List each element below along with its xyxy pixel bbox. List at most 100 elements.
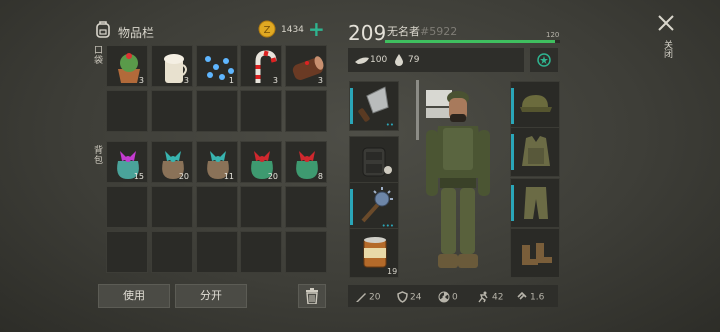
backpack-slot[interactable] <box>349 136 399 186</box>
food-slot-count: 19 <box>387 267 398 276</box>
inventory-slot[interactable] <box>285 231 327 273</box>
radiation-icon <box>438 291 450 303</box>
item-count: 3 <box>272 76 278 85</box>
defense-stat: 24 <box>397 291 421 303</box>
inventory-slot[interactable]: 20 <box>151 141 193 183</box>
slot-dots: •• <box>385 121 394 129</box>
inventory-slot[interactable] <box>151 90 193 132</box>
inventory-slot[interactable]: 3 <box>106 45 148 87</box>
item-count: 8 <box>317 172 323 181</box>
slot-durability-bar <box>350 189 353 225</box>
player-name-row: 无名者#5922 <box>387 23 457 39</box>
speed-stat: 42 <box>476 291 503 303</box>
military-pants-icon <box>524 187 548 219</box>
food-slot[interactable]: 19 <box>349 228 399 278</box>
item-count: 3 <box>183 76 189 85</box>
body-slot[interactable] <box>510 127 560 177</box>
item-count: 11 <box>223 172 234 181</box>
inventory-slot[interactable] <box>106 90 148 132</box>
item-count: 20 <box>178 172 189 181</box>
cleaver-icon <box>358 86 389 122</box>
attack-value: 20 <box>369 292 381 303</box>
water-drop-icon <box>395 54 403 66</box>
feet-slot[interactable] <box>510 228 560 278</box>
weight-value: 1.6 <box>530 292 545 303</box>
item-count: 3 <box>317 76 323 85</box>
inventory-slot[interactable] <box>240 90 282 132</box>
inventory-slot[interactable] <box>151 231 193 273</box>
close-icon <box>658 15 674 31</box>
inventory-slot[interactable] <box>196 231 238 273</box>
inventory-slot[interactable] <box>240 186 282 228</box>
slot-durability-bar <box>350 88 353 124</box>
inventory-slot[interactable] <box>240 231 282 273</box>
inventory-slot[interactable] <box>106 186 148 228</box>
xp-max: 120 <box>546 31 560 39</box>
item-count: 15 <box>133 172 144 181</box>
character-model <box>410 78 506 274</box>
weight-icon <box>517 291 527 300</box>
legs-slot[interactable] <box>510 178 560 228</box>
inventory-title: 物品栏 <box>118 26 155 40</box>
item-count: 3 <box>138 76 144 85</box>
radiation-value: 0 <box>452 292 458 303</box>
discard-button[interactable] <box>298 284 326 308</box>
food-icon <box>355 57 369 64</box>
weight-stat: 1.6 <box>516 291 544 303</box>
pockets-label: 口袋 <box>94 46 104 66</box>
defense-value: 24 <box>410 292 422 303</box>
head-slot[interactable] <box>510 81 560 131</box>
inventory-slot[interactable]: 3 <box>240 45 282 87</box>
speed-value: 42 <box>492 292 504 303</box>
spiked-mace-icon <box>361 187 393 223</box>
military-cap-icon <box>520 95 552 112</box>
favorite-button[interactable] <box>530 48 558 72</box>
knife-icon <box>356 293 366 302</box>
inventory-slot[interactable] <box>285 186 327 228</box>
inventory-slot[interactable] <box>196 186 238 228</box>
backpack-icon <box>96 21 110 38</box>
military-boots-icon <box>522 243 552 265</box>
inventory-slot[interactable] <box>106 231 148 273</box>
inventory-slot[interactable]: 3 <box>151 45 193 87</box>
coin-icon: Z <box>258 20 276 38</box>
tactical-backpack-icon <box>362 147 392 177</box>
backpack-label: 背包 <box>94 146 104 166</box>
close-button[interactable]: 关闭 <box>652 12 680 66</box>
weapon-slot-1[interactable]: •• <box>349 81 399 131</box>
inventory-slot[interactable]: 3 <box>285 45 327 87</box>
attack-stat: 20 <box>355 291 380 303</box>
add-coins-icon[interactable]: + <box>308 17 325 41</box>
item-count: 20 <box>267 172 278 181</box>
inventory-slot[interactable] <box>196 90 238 132</box>
svg-text:Z: Z <box>264 25 271 36</box>
inventory-slot[interactable]: 11 <box>196 141 238 183</box>
water-value: 79 <box>408 55 420 65</box>
inventory-slot[interactable] <box>285 90 327 132</box>
radiation-stat: 0 <box>438 291 458 303</box>
inventory-slot[interactable]: 20 <box>240 141 282 183</box>
inventory-slot[interactable] <box>151 186 193 228</box>
use-button[interactable]: 使用 <box>98 284 170 308</box>
xp-bar-fill <box>385 40 555 43</box>
trash-icon <box>306 288 318 305</box>
inventory-slot[interactable]: 15 <box>106 141 148 183</box>
player-tag: #5922 <box>420 25 458 38</box>
running-icon <box>478 291 488 303</box>
coin-count: 1434 <box>281 25 304 35</box>
inventory-slot[interactable]: 8 <box>285 141 327 183</box>
inventory-header: 物品栏 Z 1434 + <box>94 17 330 44</box>
food-value: 100 <box>370 55 388 65</box>
player-level: 209 <box>348 21 387 45</box>
xp-bar <box>385 40 560 43</box>
needs-panel: 100 79 <box>348 48 524 72</box>
weapon-slot-2[interactable]: ••• <box>349 182 399 232</box>
shield-icon <box>397 291 408 303</box>
slot-durability-bar <box>511 134 514 170</box>
inventory-slot[interactable]: 1 <box>196 45 238 87</box>
split-button[interactable]: 分开 <box>175 284 247 308</box>
military-vest-icon <box>522 136 550 166</box>
star-badge-icon <box>537 53 551 67</box>
slot-durability-bar <box>511 185 514 221</box>
close-label: 关闭 <box>662 40 672 58</box>
